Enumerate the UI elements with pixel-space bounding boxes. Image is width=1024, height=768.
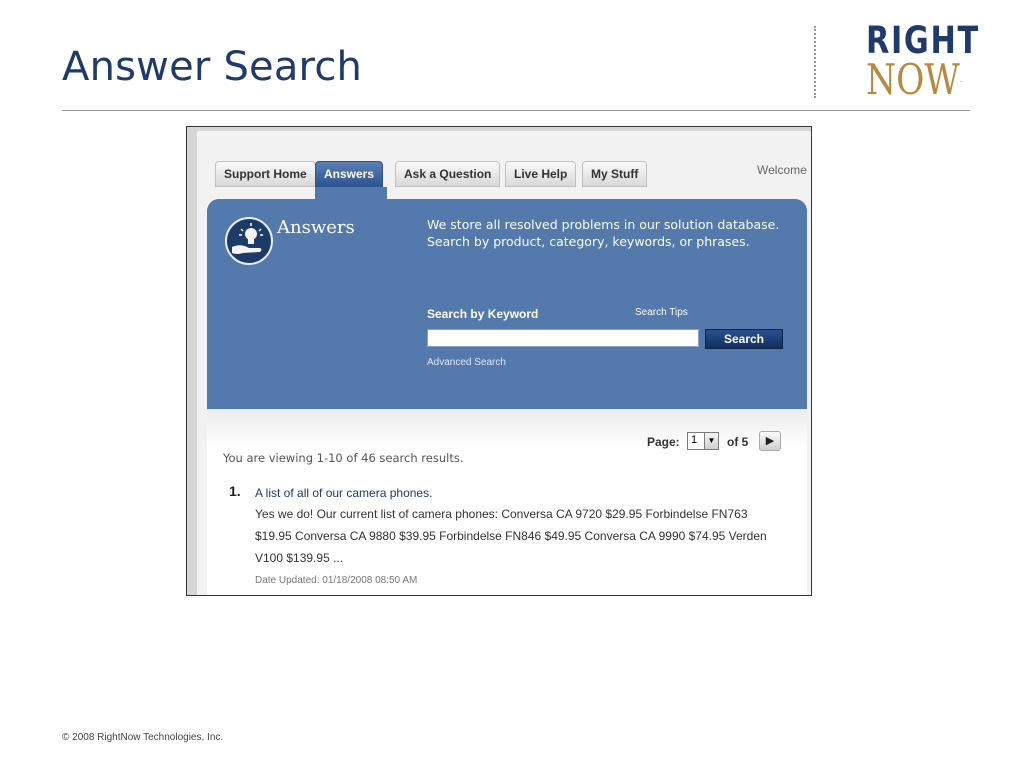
tab-answers[interactable]: Answers [315,161,384,187]
title-divider [62,110,970,111]
tab-support-home[interactable]: Support Home [215,161,316,187]
result-excerpt: Yes we do! Our current list of camera ph… [255,507,767,565]
result-title-link[interactable]: A list of all of our camera phones. [255,486,432,500]
result-rank: 1. [229,483,241,499]
panel-heading: Answers [277,217,355,238]
support-page: Support Home Answers Ask a Question Live… [197,131,811,595]
screenshot-frame: Support Home Answers Ask a Question Live… [186,126,812,596]
welcome-text: Welcome [757,163,807,177]
copyright-footer: © 2008 RightNow Technologies, Inc. [62,732,224,743]
keyword-label: Search by Keyword [427,307,539,321]
slide-title: Answer Search [62,44,363,90]
chevron-down-icon[interactable]: ▼ [704,433,718,449]
tab-live-help[interactable]: Live Help [505,161,577,187]
logo-text-now: NOW. [866,55,963,104]
page-select-value: 1 [691,434,698,446]
dotted-separator [814,26,816,98]
answers-panel: Answers We store all resolved problems i… [207,199,807,409]
page-label: Page: [647,435,680,449]
page-select[interactable]: 1 ▼ [687,432,719,450]
results-section: Page: 1 ▼ of 5 ▶ You are viewing 1-10 of… [207,409,807,595]
advanced-search-link[interactable]: Advanced Search [427,357,506,368]
page-total: of 5 [727,435,749,449]
keyword-search-input[interactable] [427,329,699,347]
lightbulb-hand-icon [225,217,273,265]
search-tips-link[interactable]: Search Tips [635,307,688,318]
result-date: Date Updated: 01/18/2008 08:50 AM [255,575,418,586]
tab-ask-a-question[interactable]: Ask a Question [395,161,501,187]
search-button[interactable]: Search [705,329,783,349]
results-count-text: You are viewing 1-10 of 46 search result… [223,451,464,465]
rightnow-logo: RIGHT NOW. [866,22,978,104]
play-arrow-icon: ▶ [765,435,775,447]
tab-my-stuff[interactable]: My Stuff [582,161,648,187]
panel-description: We store all resolved problems in our so… [427,217,780,249]
next-page-button[interactable]: ▶ [759,431,781,451]
